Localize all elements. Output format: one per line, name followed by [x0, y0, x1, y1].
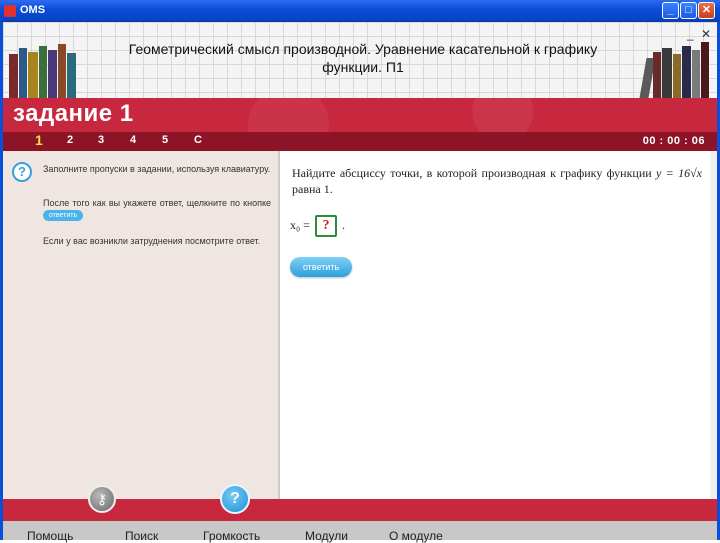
lesson-title: Геометрический смысл производной. Уравне…	[113, 40, 613, 76]
help-panel: ? Заполните пропуски в задании, использу…	[3, 151, 279, 499]
lesson-title-line2: функции. П1	[322, 59, 404, 75]
question-tail: равна 1.	[292, 182, 333, 196]
close-button[interactable]: ✕	[698, 2, 715, 19]
key-icon[interactable]: ⚷	[88, 485, 116, 513]
hint-answer-button: ответить	[43, 210, 83, 222]
answer-label: x₀ =	[290, 217, 310, 232]
task-navigation: 1 2 3 4 5 C 00 : 00 : 06	[3, 132, 717, 151]
header-close-button[interactable]: ✕	[701, 27, 711, 41]
books-illustration-right	[639, 40, 711, 98]
hint-submit-text: После того как вы укажете ответ, щелкнит…	[43, 198, 271, 208]
hint-fill-blanks: Заполните пропуски в задании, используя …	[43, 164, 271, 174]
window-title: OMS	[20, 4, 46, 16]
task-banner: задание 1	[3, 98, 717, 132]
hint-submit: После того как вы укажете ответ, щелкнит…	[43, 197, 271, 222]
nav-item-4[interactable]: 4	[130, 134, 136, 146]
question-body: Найдите абсциссу точки, в которой произв…	[292, 166, 652, 180]
timer: 00 : 00 : 06	[642, 135, 705, 147]
nav-item-3[interactable]: 3	[98, 134, 104, 146]
answer-suffix: .	[341, 217, 345, 232]
content-scrollbar[interactable]	[710, 151, 717, 499]
answer-input[interactable]: ?	[314, 215, 337, 237]
footer-help[interactable]: Помощь	[27, 529, 73, 543]
answer-row: x₀ = ? .	[290, 215, 345, 237]
books-illustration-left	[9, 42, 79, 98]
nav-item-5[interactable]: 5	[162, 134, 168, 146]
help-button[interactable]: ?	[220, 484, 250, 514]
question-area: Найдите абсциссу точки, в которой произв…	[280, 151, 717, 499]
question-circle-icon: ?	[12, 162, 32, 182]
header-minimize-button[interactable]: _	[687, 27, 694, 41]
footer-about[interactable]: О модуле	[389, 529, 443, 543]
footer-menu: Помощь Поиск Громкость Модули О модуле	[3, 521, 717, 543]
question-text: Найдите абсциссу точки, в которой произв…	[292, 165, 702, 197]
app-icon	[4, 5, 16, 17]
task-title: задание 1	[13, 100, 134, 127]
window-titlebar[interactable]: OMS _ □ ✕	[0, 0, 720, 22]
footer-search[interactable]: Поиск	[125, 529, 158, 543]
footer-modules[interactable]: Модули	[305, 529, 348, 543]
maximize-button[interactable]: □	[680, 2, 697, 19]
minimize-button[interactable]: _	[662, 2, 679, 19]
hint-show-answer: Если у вас возникли затруднения посмотри…	[43, 236, 261, 246]
submit-answer-button[interactable]: ответить	[290, 257, 352, 277]
nav-item-1[interactable]: 1	[35, 132, 43, 148]
footer-volume[interactable]: Громкость	[203, 529, 260, 543]
nav-item-2[interactable]: 2	[67, 134, 73, 146]
nav-item-c[interactable]: C	[194, 134, 202, 146]
lesson-header: Геометрический смысл производной. Уравне…	[3, 22, 717, 98]
question-function: y = 16√x	[656, 166, 703, 180]
lesson-title-line1: Геометрический смысл производной. Уравне…	[128, 41, 598, 57]
